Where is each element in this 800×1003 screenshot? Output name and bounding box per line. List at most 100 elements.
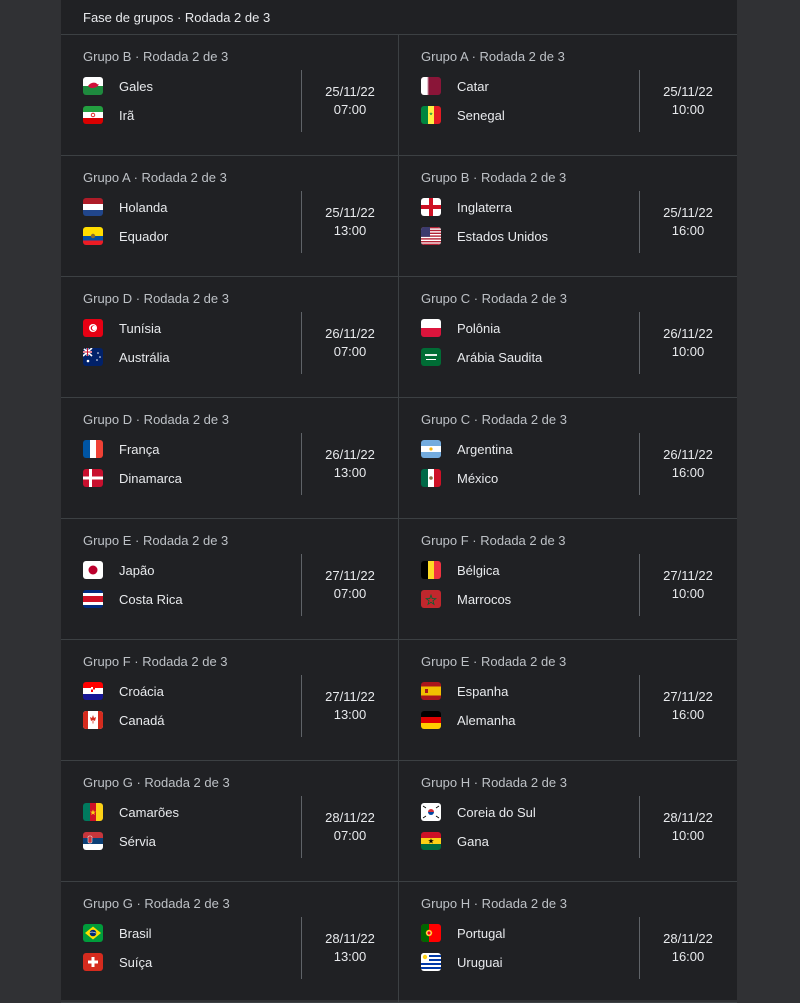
iran-flag-icon <box>83 106 103 124</box>
switzerland-flag-icon <box>83 953 103 971</box>
australia-flag-icon <box>83 348 103 366</box>
match-card[interactable]: Grupo D · Rodada 2 de 3 Tunísia Austráli… <box>61 277 399 398</box>
home-team: Camarões <box>83 802 179 822</box>
matches-panel: Fase de grupos · Rodada 2 de 3 Grupo B ·… <box>61 0 737 1003</box>
cameroon-flag-icon <box>83 803 103 821</box>
team-name: Argentina <box>457 441 513 457</box>
match-card[interactable]: Grupo A · Rodada 2 de 3 Catar Senegal 25… <box>399 35 737 156</box>
uruguay-flag-icon <box>421 953 441 971</box>
match-time: 13:00 <box>333 949 367 964</box>
team-name: Arábia Saudita <box>457 349 543 365</box>
away-team: Equador <box>83 226 168 246</box>
group-round-label: Grupo H · Rodada 2 de 3 <box>421 775 567 790</box>
match-card[interactable]: Grupo B · Rodada 2 de 3 Gales Irã 25/11/… <box>61 35 399 156</box>
home-team: França <box>83 439 159 459</box>
match-card[interactable]: Grupo F · Rodada 2 de 3 Croácia Canadá 2… <box>61 640 399 761</box>
team-name: Suíça <box>119 954 153 970</box>
match-card[interactable]: Grupo B · Rodada 2 de 3 Inglaterra Estad… <box>399 156 737 277</box>
match-datetime: 25/11/22 16:00 <box>640 204 736 240</box>
away-team: Alemanha <box>421 710 516 730</box>
match-date: 26/11/22 <box>663 326 713 341</box>
team-name: Uruguai <box>457 954 503 970</box>
match-time: 10:00 <box>671 102 705 117</box>
qatar-flag-icon <box>421 77 441 95</box>
group-round-label: Grupo B · Rodada 2 de 3 <box>83 49 229 64</box>
match-card[interactable]: Grupo D · Rodada 2 de 3 França Dinamarca… <box>61 398 399 519</box>
away-team: Irã <box>83 105 134 125</box>
team-name: Sérvia <box>119 833 156 849</box>
team-name: Gales <box>119 78 153 94</box>
team-name: Camarões <box>119 804 179 820</box>
match-card[interactable]: Grupo F · Rodada 2 de 3 Bélgica Marrocos… <box>399 519 737 640</box>
match-card[interactable]: Grupo E · Rodada 2 de 3 Espanha Alemanha… <box>399 640 737 761</box>
match-datetime: 26/11/22 13:00 <box>302 446 398 482</box>
match-date: 26/11/22 <box>325 326 375 341</box>
match-card[interactable]: Grupo C · Rodada 2 de 3 Polônia Arábia S… <box>399 277 737 398</box>
match-grid: Grupo B · Rodada 2 de 3 Gales Irã 25/11/… <box>61 35 737 1003</box>
match-datetime: 25/11/22 07:00 <box>302 83 398 119</box>
team-name: Holanda <box>119 199 168 215</box>
match-date: 25/11/22 <box>325 84 375 99</box>
away-team: Gana <box>421 831 489 851</box>
match-date: 27/11/22 <box>663 568 713 583</box>
home-team: Espanha <box>421 681 508 701</box>
match-card[interactable]: Grupo G · Rodada 2 de 3 Brasil Suíça 28/… <box>61 882 399 1003</box>
mexico-flag-icon <box>421 469 441 487</box>
group-round-label: Grupo E · Rodada 2 de 3 <box>83 533 229 548</box>
team-name: México <box>457 470 499 486</box>
team-name: Equador <box>119 228 169 244</box>
match-card[interactable]: Grupo E · Rodada 2 de 3 Japão Costa Rica… <box>61 519 399 640</box>
match-card[interactable]: Grupo H · Rodada 2 de 3 Portugal Uruguai… <box>399 882 737 1003</box>
poland-flag-icon <box>421 319 441 337</box>
match-time: 13:00 <box>333 707 367 722</box>
match-time: 13:00 <box>333 223 367 238</box>
match-datetime: 27/11/22 13:00 <box>302 688 398 724</box>
netherlands-flag-icon <box>83 198 103 216</box>
team-name: Inglaterra <box>457 199 512 215</box>
france-flag-icon <box>83 440 103 458</box>
match-card[interactable]: Grupo G · Rodada 2 de 3 Camarões Sérvia … <box>61 761 399 882</box>
match-date: 28/11/22 <box>325 810 375 825</box>
match-date: 27/11/22 <box>325 568 375 583</box>
match-date: 27/11/22 <box>325 689 375 704</box>
home-team: Bélgica <box>421 560 500 580</box>
home-team: Japão <box>83 560 154 580</box>
panel-header: Fase de grupos · Rodada 2 de 3 <box>61 0 737 35</box>
team-name: Alemanha <box>457 712 516 728</box>
team-name: Bélgica <box>457 562 500 578</box>
team-name: Canadá <box>119 712 165 728</box>
match-card[interactable]: Grupo H · Rodada 2 de 3 Coreia do Sul Ga… <box>399 761 737 882</box>
team-name: Brasil <box>119 925 152 941</box>
away-team: Senegal <box>421 105 505 125</box>
match-datetime: 28/11/22 07:00 <box>302 809 398 845</box>
home-team: Gales <box>83 76 153 96</box>
group-round-label: Grupo F · Rodada 2 de 3 <box>421 533 566 548</box>
team-name: Croácia <box>119 683 164 699</box>
team-name: Tunísia <box>119 320 162 336</box>
match-date: 25/11/22 <box>663 205 713 220</box>
match-datetime: 27/11/22 07:00 <box>302 567 398 603</box>
match-date: 26/11/22 <box>663 447 713 462</box>
team-name: Coreia do Sul <box>457 804 536 820</box>
match-time: 16:00 <box>671 465 705 480</box>
group-round-label: Grupo E · Rodada 2 de 3 <box>421 654 567 669</box>
group-round-label: Grupo G · Rodada 2 de 3 <box>83 896 230 911</box>
home-team: Catar <box>421 76 489 96</box>
match-datetime: 28/11/22 13:00 <box>302 930 398 966</box>
group-round-label: Grupo C · Rodada 2 de 3 <box>421 412 567 427</box>
match-card[interactable]: Grupo C · Rodada 2 de 3 Argentina México… <box>399 398 737 519</box>
team-name: Senegal <box>457 107 505 123</box>
match-card[interactable]: Grupo A · Rodada 2 de 3 Holanda Equador … <box>61 156 399 277</box>
match-datetime: 26/11/22 10:00 <box>640 325 736 361</box>
group-round-label: Grupo F · Rodada 2 de 3 <box>83 654 228 669</box>
match-datetime: 25/11/22 10:00 <box>640 83 736 119</box>
team-name: Japão <box>119 562 155 578</box>
team-name: Catar <box>457 78 489 94</box>
match-datetime: 25/11/22 13:00 <box>302 204 398 240</box>
portugal-flag-icon <box>421 924 441 942</box>
usa-flag-icon <box>421 227 441 245</box>
home-team: Polônia <box>421 318 500 338</box>
japan-flag-icon <box>83 561 103 579</box>
away-team: Arábia Saudita <box>421 347 542 367</box>
match-datetime: 28/11/22 10:00 <box>640 809 736 845</box>
